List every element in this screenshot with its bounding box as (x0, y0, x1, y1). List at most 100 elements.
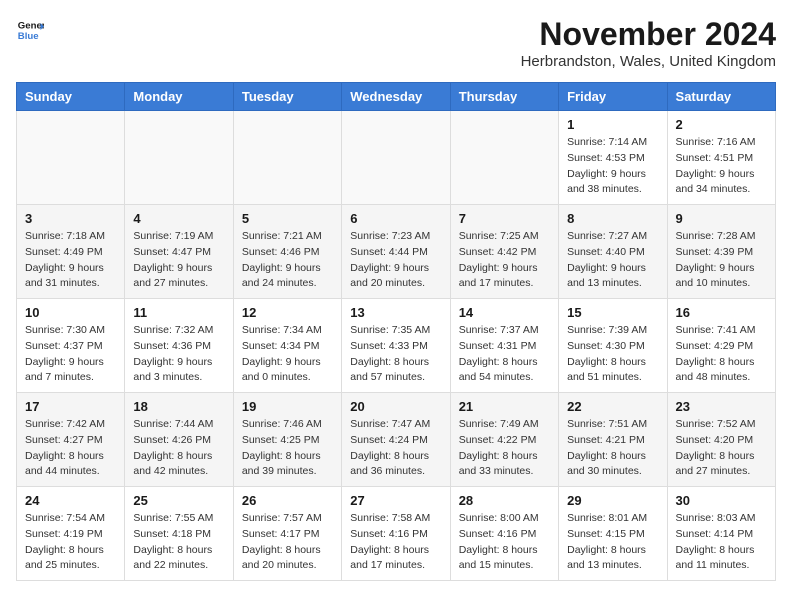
calendar-cell (342, 111, 450, 205)
logo-icon: General Blue (16, 16, 44, 44)
day-info: Sunrise: 7:46 AM Sunset: 4:25 PM Dayligh… (242, 417, 333, 480)
calendar-cell: 9Sunrise: 7:28 AM Sunset: 4:39 PM Daylig… (667, 205, 775, 299)
calendar-cell: 25 Sunrise: 7:55 AM Sunset: 4:18 PM Dayli… (125, 487, 233, 581)
month-title: November 2024 (521, 16, 776, 53)
day-number: 17 (25, 399, 116, 414)
calendar-cell: 1Sunrise: 7:14 AM Sunset: 4:53 PM Daylig… (559, 111, 667, 205)
day-number: 26 (242, 493, 333, 508)
calendar-week-1: 1Sunrise: 7:14 AM Sunset: 4:53 PM Daylig… (17, 111, 776, 205)
day-number: 24 (25, 493, 116, 508)
logo: General Blue (16, 16, 44, 44)
calendar-cell: 10 Sunrise: 7:30 AM Sunset: 4:37 PM Dayli… (17, 299, 125, 393)
weekday-header-monday: Monday (125, 83, 233, 111)
day-number: 18 (133, 399, 224, 414)
day-number: 7 (459, 211, 550, 226)
day-info: Sunrise: 7:47 AM Sunset: 4:24 PM Dayligh… (350, 417, 441, 480)
day-info: Sunrise: 7:55 AM Sunset: 4:18 PM Dayligh… (133, 511, 224, 574)
day-number: 22 (567, 399, 658, 414)
day-info: Sunrise: 7:30 AM Sunset: 4:37 PM Dayligh… (25, 323, 116, 386)
title-block: November 2024 Herbrandston, Wales, Unite… (521, 16, 776, 70)
calendar-cell: 20Sunrise: 7:47 AM Sunset: 4:24 PM Dayli… (342, 393, 450, 487)
day-number: 14 (459, 305, 550, 320)
weekday-header-saturday: Saturday (667, 83, 775, 111)
calendar-cell (125, 111, 233, 205)
calendar-cell: 15 Sunrise: 7:39 AM Sunset: 4:30 PM Dayli… (559, 299, 667, 393)
calendar-cell: 29 Sunrise: 8:01 AM Sunset: 4:15 PM Dayli… (559, 487, 667, 581)
day-info: Sunrise: 7:27 AM Sunset: 4:40 PM Dayligh… (567, 229, 658, 292)
day-number: 16 (676, 305, 767, 320)
calendar-week-3: 10 Sunrise: 7:30 AM Sunset: 4:37 PM Dayli… (17, 299, 776, 393)
day-info: Sunrise: 7:35 AM Sunset: 4:33 PM Dayligh… (350, 323, 441, 386)
day-info: Sunrise: 7:39 AM Sunset: 4:30 PM Dayligh… (567, 323, 658, 386)
day-number: 29 (567, 493, 658, 508)
calendar-cell: 19 Sunrise: 7:46 AM Sunset: 4:25 PM Dayli… (233, 393, 341, 487)
calendar-cell: 21 Sunrise: 7:49 AM Sunset: 4:22 PM Dayli… (450, 393, 558, 487)
day-info: Sunrise: 7:49 AM Sunset: 4:22 PM Dayligh… (459, 417, 550, 480)
day-number: 1 (567, 117, 658, 132)
calendar-cell: 11 Sunrise: 7:32 AM Sunset: 4:36 PM Dayli… (125, 299, 233, 393)
day-number: 10 (25, 305, 116, 320)
weekday-header-tuesday: Tuesday (233, 83, 341, 111)
day-number: 3 (25, 211, 116, 226)
calendar-cell: 2 Sunrise: 7:16 AM Sunset: 4:51 PM Daylig… (667, 111, 775, 205)
calendar-cell: 8 Sunrise: 7:27 AM Sunset: 4:40 PM Daylig… (559, 205, 667, 299)
day-number: 5 (242, 211, 333, 226)
day-info: Sunrise: 7:34 AM Sunset: 4:34 PM Dayligh… (242, 323, 333, 386)
day-number: 19 (242, 399, 333, 414)
calendar-table: SundayMondayTuesdayWednesdayThursdayFrid… (16, 82, 776, 581)
day-info: Sunrise: 7:37 AM Sunset: 4:31 PM Dayligh… (459, 323, 550, 386)
calendar-cell: 18 Sunrise: 7:44 AM Sunset: 4:26 PM Dayli… (125, 393, 233, 487)
calendar-cell: 12 Sunrise: 7:34 AM Sunset: 4:34 PM Dayli… (233, 299, 341, 393)
day-info: Sunrise: 7:16 AM Sunset: 4:51 PM Dayligh… (676, 135, 767, 198)
calendar-cell: 14 Sunrise: 7:37 AM Sunset: 4:31 PM Dayli… (450, 299, 558, 393)
day-number: 13 (350, 305, 441, 320)
calendar-cell: 16 Sunrise: 7:41 AM Sunset: 4:29 PM Dayli… (667, 299, 775, 393)
day-info: Sunrise: 7:19 AM Sunset: 4:47 PM Dayligh… (133, 229, 224, 292)
day-number: 23 (676, 399, 767, 414)
day-info: Sunrise: 7:58 AM Sunset: 4:16 PM Dayligh… (350, 511, 441, 574)
calendar-cell: 30 Sunrise: 8:03 AM Sunset: 4:14 PM Dayli… (667, 487, 775, 581)
day-info: Sunrise: 7:41 AM Sunset: 4:29 PM Dayligh… (676, 323, 767, 386)
calendar-cell: 3Sunrise: 7:18 AM Sunset: 4:49 PM Daylig… (17, 205, 125, 299)
day-info: Sunrise: 7:57 AM Sunset: 4:17 PM Dayligh… (242, 511, 333, 574)
weekday-header-thursday: Thursday (450, 83, 558, 111)
day-number: 9 (676, 211, 767, 226)
day-info: Sunrise: 7:25 AM Sunset: 4:42 PM Dayligh… (459, 229, 550, 292)
day-info: Sunrise: 7:42 AM Sunset: 4:27 PM Dayligh… (25, 417, 116, 480)
day-number: 25 (133, 493, 224, 508)
page-header: General Blue November 2024 Herbrandston,… (16, 16, 776, 70)
calendar-cell: 5 Sunrise: 7:21 AM Sunset: 4:46 PM Daylig… (233, 205, 341, 299)
calendar-cell: 17 Sunrise: 7:42 AM Sunset: 4:27 PM Dayli… (17, 393, 125, 487)
calendar-cell: 22Sunrise: 7:51 AM Sunset: 4:21 PM Dayli… (559, 393, 667, 487)
weekday-header-sunday: Sunday (17, 83, 125, 111)
weekday-header-row: SundayMondayTuesdayWednesdayThursdayFrid… (17, 83, 776, 111)
day-info: Sunrise: 8:01 AM Sunset: 4:15 PM Dayligh… (567, 511, 658, 574)
day-number: 21 (459, 399, 550, 414)
calendar-cell: 6Sunrise: 7:23 AM Sunset: 4:44 PM Daylig… (342, 205, 450, 299)
weekday-header-wednesday: Wednesday (342, 83, 450, 111)
calendar-cell: 27Sunrise: 7:58 AM Sunset: 4:16 PM Dayli… (342, 487, 450, 581)
day-number: 15 (567, 305, 658, 320)
day-number: 12 (242, 305, 333, 320)
calendar-week-4: 17 Sunrise: 7:42 AM Sunset: 4:27 PM Dayli… (17, 393, 776, 487)
calendar-cell (233, 111, 341, 205)
calendar-cell: 4Sunrise: 7:19 AM Sunset: 4:47 PM Daylig… (125, 205, 233, 299)
calendar-cell (450, 111, 558, 205)
day-info: Sunrise: 7:52 AM Sunset: 4:20 PM Dayligh… (676, 417, 767, 480)
day-info: Sunrise: 7:54 AM Sunset: 4:19 PM Dayligh… (25, 511, 116, 574)
day-info: Sunrise: 8:00 AM Sunset: 4:16 PM Dayligh… (459, 511, 550, 574)
calendar-cell: 26 Sunrise: 7:57 AM Sunset: 4:17 PM Dayli… (233, 487, 341, 581)
day-number: 30 (676, 493, 767, 508)
day-info: Sunrise: 7:44 AM Sunset: 4:26 PM Dayligh… (133, 417, 224, 480)
day-number: 2 (676, 117, 767, 132)
day-number: 8 (567, 211, 658, 226)
svg-text:Blue: Blue (18, 31, 39, 42)
day-number: 28 (459, 493, 550, 508)
day-info: Sunrise: 7:21 AM Sunset: 4:46 PM Dayligh… (242, 229, 333, 292)
day-number: 11 (133, 305, 224, 320)
svg-text:General: General (18, 20, 44, 31)
calendar-cell: 7 Sunrise: 7:25 AM Sunset: 4:42 PM Daylig… (450, 205, 558, 299)
day-info: Sunrise: 7:32 AM Sunset: 4:36 PM Dayligh… (133, 323, 224, 386)
weekday-header-friday: Friday (559, 83, 667, 111)
day-info: Sunrise: 8:03 AM Sunset: 4:14 PM Dayligh… (676, 511, 767, 574)
